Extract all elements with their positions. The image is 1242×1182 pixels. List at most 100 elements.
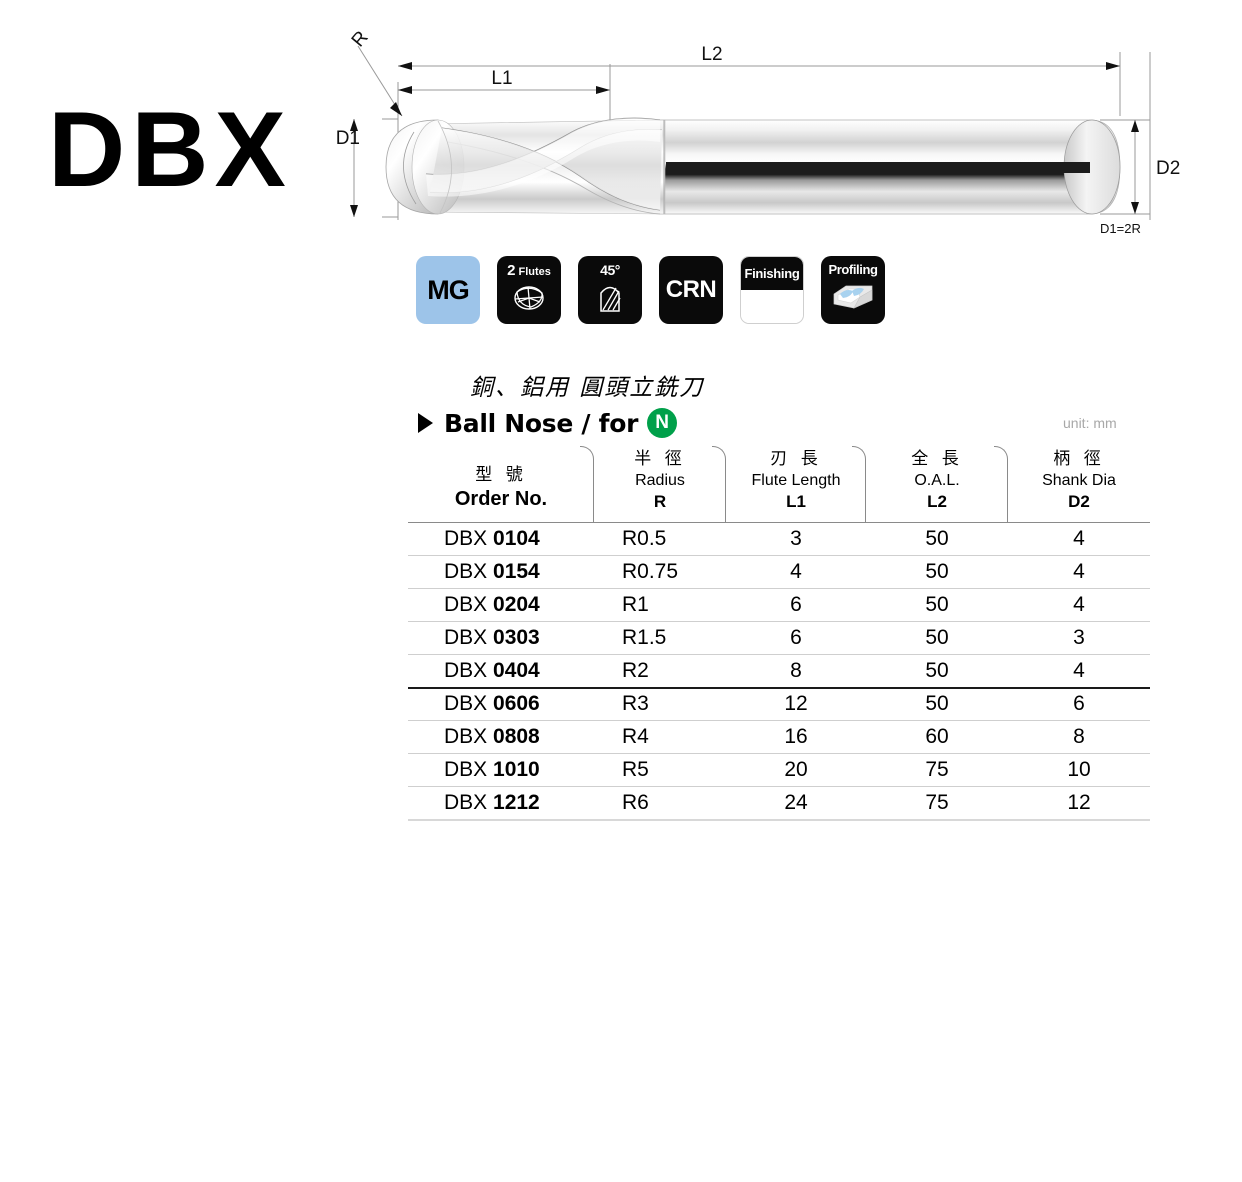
col-header-oal: 全 長 O.A.L. L2 — [866, 440, 1008, 524]
cell-flute-length: 16 — [726, 720, 866, 755]
badge-profiling[interactable]: Profiling — [821, 256, 885, 324]
profiling-pocket-icon — [830, 278, 876, 315]
col-header-flute-length-sym: L1 — [786, 491, 806, 511]
badge-finishing[interactable]: Finishing — [740, 256, 804, 324]
table-row[interactable]: DBX 1010 R5 20 75 10 — [408, 753, 1150, 788]
cell-flute-length: 6 — [726, 621, 866, 656]
table-row[interactable]: DBX 0808 R4 16 60 8 — [408, 720, 1150, 755]
cell-shank-dia: 12 — [1008, 786, 1150, 821]
order-no-prefix: DBX — [444, 758, 488, 782]
cell-order-no: DBX 1010 — [408, 753, 594, 788]
cell-flute-length: 24 — [726, 786, 866, 821]
col-header-radius: 半 徑 Radius R — [594, 440, 726, 524]
tool-drawing-svg: L2 L1 D1 R R D2 D1=2R — [336, 27, 1181, 236]
badge-material-grade[interactable]: MG — [416, 256, 480, 324]
order-no-number: 0808 — [487, 725, 540, 749]
cell-radius: R1 — [594, 588, 726, 623]
order-no-number: 1010 — [487, 758, 540, 782]
dim-label-l1: L1 — [491, 68, 512, 89]
cell-flute-length: 4 — [726, 555, 866, 590]
cell-radius: R1.5 — [594, 621, 726, 656]
table-row[interactable]: DBX 0404 R2 8 50 4 — [408, 654, 1150, 689]
col-header-order-no-cn: 型 號 — [475, 465, 527, 486]
end-mill-body — [385, 117, 1121, 215]
flute-cross-section-icon — [509, 280, 549, 319]
cell-flute-length: 6 — [726, 588, 866, 623]
cell-radius: R3 — [594, 687, 726, 722]
bullet-triangle-icon — [418, 413, 433, 433]
col-header-oal-en: O.A.L. — [914, 471, 960, 489]
badge-flute-count[interactable]: 2 Flutes — [497, 256, 561, 324]
table-row[interactable]: DBX 0606 R3 12 50 6 — [408, 687, 1150, 722]
cell-order-no: DBX 0606 — [408, 687, 594, 722]
order-no-number: 0303 — [487, 626, 540, 650]
col-header-radius-sym: R — [653, 491, 667, 511]
cell-oal: 50 — [866, 654, 1008, 689]
specification-table: 型 號 Order No. 半 徑 Radius R 刃 長 Flute Len… — [408, 440, 1150, 821]
table-row[interactable]: DBX 1212 R6 24 75 12 — [408, 786, 1150, 821]
cell-radius: R5 — [594, 753, 726, 788]
badge-flutes-count: 2 — [507, 262, 516, 279]
cell-radius: R4 — [594, 720, 726, 755]
cell-shank-dia: 10 — [1008, 753, 1150, 788]
cell-radius: R6 — [594, 786, 726, 821]
col-header-shank-dia-sym: D2 — [1068, 491, 1090, 511]
cell-shank-dia: 6 — [1008, 687, 1150, 722]
dim-label-l2: L2 — [701, 44, 722, 65]
unit-note: unit: mm — [1063, 415, 1117, 431]
order-no-prefix: DBX — [444, 560, 488, 584]
cell-oal: 50 — [866, 687, 1008, 722]
col-header-flute-length: 刃 長 Flute Length L1 — [726, 440, 866, 524]
badge-profiling-label: Profiling — [828, 262, 878, 277]
svg-text:R: R — [348, 27, 373, 51]
table-body: DBX 0104 R0.5 3 50 4 DBX 0154 R0.75 4 50 4 DBX 020… — [408, 522, 1150, 821]
badge-mg-label: MG — [427, 274, 469, 305]
order-no-prefix: DBX — [444, 593, 488, 617]
col-header-flute-length-cn: 刃 長 — [770, 449, 822, 469]
cell-order-no: DBX 0808 — [408, 720, 594, 755]
cell-flute-length: 3 — [726, 522, 866, 557]
cell-flute-length: 12 — [726, 687, 866, 722]
cell-oal: 75 — [866, 753, 1008, 788]
order-no-prefix: DBX — [444, 725, 488, 749]
cell-oal: 50 — [866, 621, 1008, 656]
cell-shank-dia: 3 — [1008, 621, 1150, 656]
table-row[interactable]: DBX 0204 R1 6 50 4 — [408, 588, 1150, 623]
order-no-prefix: DBX — [444, 658, 488, 682]
description-chinese: 銅、鋁用 圓頭立銑刀 — [470, 375, 705, 401]
order-no-prefix: DBX — [444, 527, 488, 551]
table-header: 型 號 Order No. 半 徑 Radius R 刃 長 Flute Len… — [408, 440, 1150, 524]
cell-oal: 75 — [866, 786, 1008, 821]
order-no-prefix: DBX — [444, 790, 488, 814]
table-row[interactable]: DBX 0154 R0.75 4 50 4 — [408, 555, 1150, 590]
cell-flute-length: 8 — [726, 654, 866, 689]
dim-label-d1: D1 — [336, 128, 360, 149]
material-group-badge: N — [647, 408, 678, 438]
order-no-number: 0154 — [487, 560, 540, 584]
col-header-shank-dia-cn: 柄 徑 — [1053, 449, 1105, 469]
badge-flutes-label: 2 Flutes — [507, 256, 551, 278]
badge-crn-label: CRN — [665, 276, 717, 303]
col-header-order-no-en: Order No. — [454, 488, 548, 511]
cell-order-no: DBX 0404 — [408, 654, 594, 689]
col-header-flute-length-en: Flute Length — [751, 471, 841, 489]
table-row[interactable]: DBX 0104 R0.5 3 50 4 — [408, 522, 1150, 557]
order-no-number: 0404 — [487, 658, 540, 682]
col-header-oal-sym: L2 — [927, 491, 947, 511]
cell-order-no: DBX 0154 — [408, 555, 594, 590]
badge-coating[interactable]: CRN — [659, 256, 723, 324]
cell-order-no: DBX 0303 — [408, 621, 594, 656]
cell-radius: R0.75 — [594, 555, 726, 590]
table-row[interactable]: DBX 0303 R1.5 6 50 3 — [408, 621, 1150, 656]
cell-oal: 50 — [866, 588, 1008, 623]
cell-shank-dia: 4 — [1008, 588, 1150, 623]
badge-finishing-swatch — [741, 290, 803, 323]
col-header-shank-dia-en: Shank Dia — [1042, 471, 1116, 489]
helix-angle-icon — [592, 279, 628, 318]
col-header-radius-en: Radius — [635, 471, 685, 489]
cell-oal: 50 — [866, 522, 1008, 557]
cell-shank-dia: 8 — [1008, 720, 1150, 755]
description-english: Ball Nose / for — [444, 408, 639, 438]
badge-helix-angle[interactable]: 45° — [578, 256, 642, 324]
order-no-prefix: DBX — [444, 692, 488, 716]
